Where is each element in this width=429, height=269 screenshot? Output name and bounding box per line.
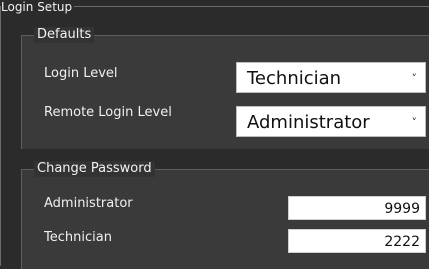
- administrator-password-field[interactable]: 9999: [288, 196, 426, 220]
- login-level-value: Technician: [247, 68, 342, 89]
- remote-login-level-label: Remote Login Level: [44, 105, 172, 120]
- login-level-select[interactable]: Technician ˅: [236, 62, 426, 93]
- login-level-label: Login Level: [44, 66, 118, 81]
- technician-password-label: Technician: [44, 230, 112, 245]
- administrator-password-label: Administrator: [44, 196, 133, 211]
- chevron-down-icon: ˅: [411, 72, 418, 85]
- remote-login-level-value: Administrator: [247, 112, 370, 133]
- login-setup-title: Login Setup: [1, 0, 75, 14]
- chevron-down-icon: ˅: [411, 116, 418, 129]
- remote-login-level-select[interactable]: Administrator ˅: [236, 106, 426, 137]
- technician-password-field[interactable]: 2222: [288, 229, 426, 253]
- defaults-title: Defaults: [34, 27, 95, 43]
- change-password-title: Change Password: [34, 161, 155, 177]
